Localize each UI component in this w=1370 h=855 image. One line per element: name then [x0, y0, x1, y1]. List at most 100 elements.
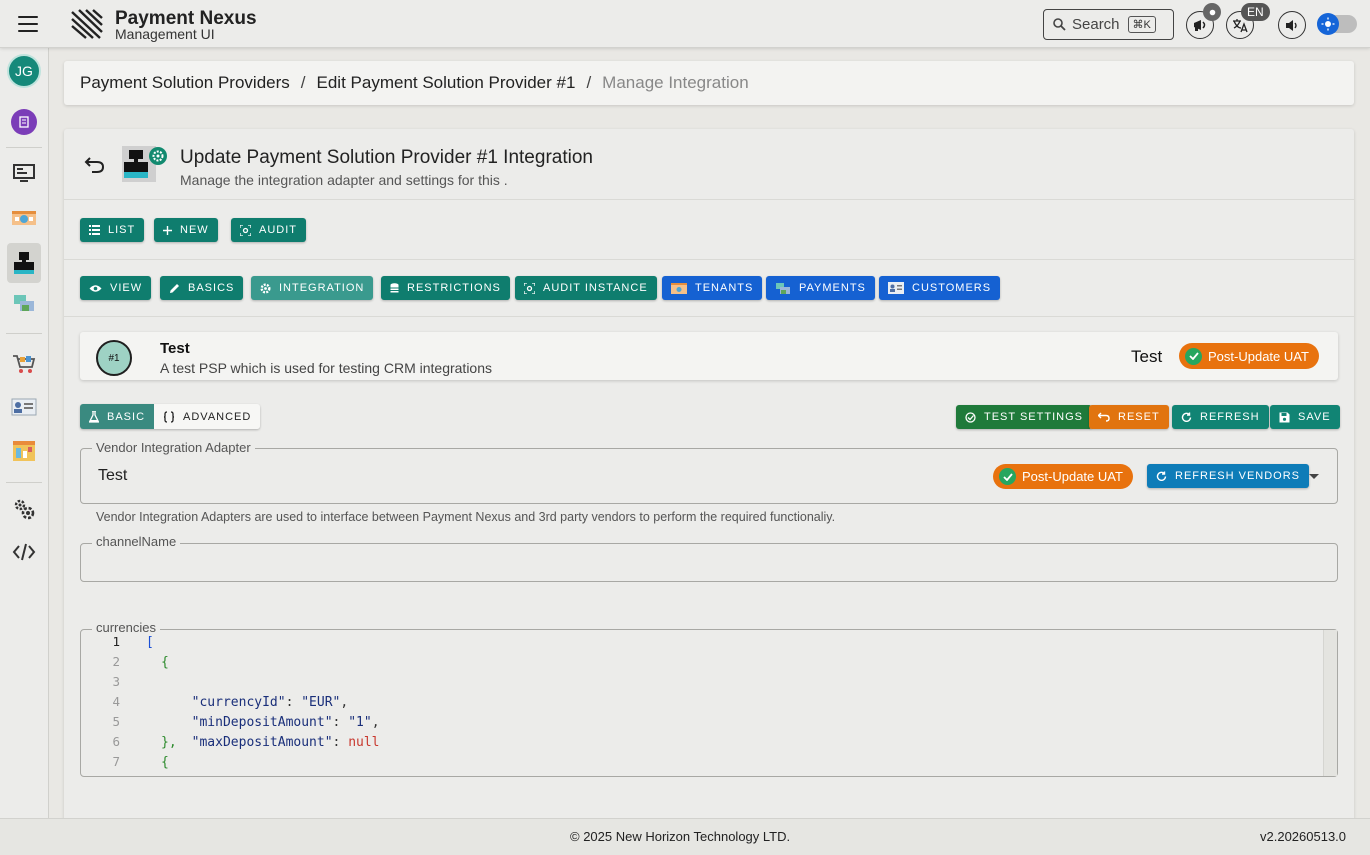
tab-tenants[interactable]: Tenants — [662, 276, 763, 300]
tab-payments[interactable]: Payments — [766, 276, 875, 300]
check-icon — [1185, 347, 1202, 365]
search-shortcut: ⌘K — [1127, 16, 1156, 33]
organization-icon[interactable] — [11, 109, 37, 135]
test-settings-button[interactable]: Test Settings — [956, 405, 1092, 429]
tab-integration-label: Integration — [279, 282, 365, 294]
sidebar-item-orders[interactable] — [7, 345, 41, 381]
psp-description: A test PSP which is used for testing CRM… — [160, 360, 493, 376]
mode-basic-button[interactable]: Basic — [80, 404, 155, 429]
tab-restrictions[interactable]: Restrictions — [381, 276, 510, 300]
vendor-helper-text: Vendor Integration Adapters are used to … — [96, 510, 836, 524]
new-button[interactable]: New — [154, 218, 218, 242]
announcement-badge-icon — [1203, 3, 1221, 21]
sidebar-item-developer[interactable] — [7, 534, 41, 570]
back-icon[interactable] — [84, 153, 106, 175]
tab-integration[interactable]: Integration — [251, 276, 374, 300]
reset-button[interactable]: Reset — [1089, 405, 1169, 429]
refresh-button[interactable]: Refresh — [1172, 405, 1269, 429]
vendor-status-badge: Post-Update UAT — [993, 464, 1133, 489]
tab-view[interactable]: View — [80, 276, 152, 300]
footer-version: v2.20260513.0 — [1260, 829, 1347, 844]
list-icon — [89, 225, 100, 235]
refresh-vendors-label: Refresh Vendors — [1175, 470, 1301, 482]
mode-advanced-button[interactable]: Advanced — [154, 404, 261, 429]
refresh-icon — [1181, 412, 1192, 422]
code-token-key: "currencyId": "EUR", — [191, 695, 349, 710]
line-number: 2 — [112, 654, 120, 669]
top-app-bar: Payment Nexus Management UI Search ⌘K EN — [0, 0, 1370, 48]
gear-icon — [260, 283, 271, 293]
tab-audit-instance[interactable]: Audit Instance — [515, 276, 657, 300]
breadcrumb-item-psp-list[interactable]: Payment Solution Providers — [80, 73, 290, 93]
tenants-icon — [12, 211, 36, 225]
actions-divider — [64, 259, 1354, 260]
braces-icon — [163, 410, 175, 423]
audit-icon — [524, 282, 535, 294]
code-token-bracket: [ — [146, 635, 154, 650]
theme-toggle[interactable] — [1317, 13, 1339, 35]
cart-icon — [13, 355, 36, 373]
tab-basics-label: Basics — [188, 282, 235, 294]
editor-scrollbar[interactable] — [1323, 630, 1337, 776]
settings-icon — [14, 499, 35, 520]
payments-icon — [776, 282, 790, 294]
sidebar-divider — [6, 333, 42, 334]
tab-view-label: View — [110, 282, 143, 294]
pencil-icon — [170, 283, 179, 293]
menu-icon[interactable] — [18, 16, 38, 32]
avatar[interactable]: JG — [7, 54, 41, 88]
line-number: 4 — [112, 694, 120, 709]
check-icon — [999, 468, 1016, 485]
channel-name-label: channelName — [92, 534, 181, 549]
line-number: 5 — [112, 714, 120, 729]
psp-status-label: Post-Update UAT — [1208, 348, 1309, 364]
breadcrumb-item-current: Manage Integration — [602, 73, 749, 92]
breadcrumb-item-edit-psp[interactable]: Edit Payment Solution Provider #1 — [317, 73, 576, 93]
reset-label: Reset — [1118, 411, 1160, 423]
audit-button-label: Audit — [259, 224, 297, 236]
sidebar-item-settings[interactable] — [7, 491, 41, 527]
sidebar-item-dashboard[interactable] — [7, 155, 41, 191]
code-token-brace: { — [161, 655, 169, 670]
mode-advanced-label: Advanced — [183, 410, 252, 423]
test-settings-label: Test Settings — [984, 411, 1083, 423]
footer-copyright: © 2025 New Horizon Technology LTD. — [570, 829, 791, 844]
page-title: Update Payment Solution Provider #1 Inte… — [180, 147, 593, 168]
channel-name-field[interactable] — [80, 543, 1338, 582]
search-button[interactable]: Search ⌘K — [1043, 9, 1174, 40]
audit-button[interactable]: Audit — [231, 218, 306, 242]
volume-icon[interactable] — [1278, 11, 1306, 39]
line-number: 7 — [112, 754, 120, 769]
tab-audit-instance-label: Audit Instance — [543, 282, 648, 294]
vendor-adapter-label: Vendor Integration Adapter — [92, 440, 255, 455]
flask-icon — [89, 410, 99, 423]
sidebar-item-customers[interactable] — [7, 389, 41, 425]
tab-customers[interactable]: Customers — [879, 276, 1001, 300]
code-icon — [12, 543, 36, 561]
list-button[interactable]: List — [80, 218, 145, 242]
plus-icon — [163, 225, 172, 235]
list-button-label: List — [108, 224, 136, 236]
code-token-key: "minDepositAmount": "1", — [191, 715, 380, 730]
search-label: Search — [1072, 16, 1120, 33]
psp-icon — [14, 252, 34, 274]
sidebar-item-reports[interactable] — [7, 433, 41, 469]
reports-icon — [13, 441, 35, 461]
chevron-down-icon[interactable] — [1309, 474, 1319, 479]
psp-status-badge: Post-Update UAT — [1179, 343, 1319, 369]
sidebar-divider — [6, 147, 42, 148]
refresh-vendors-button[interactable]: Refresh Vendors — [1147, 464, 1310, 488]
customers-icon — [888, 282, 904, 294]
tenants-icon — [671, 282, 687, 294]
language-badge[interactable]: EN — [1241, 3, 1270, 21]
psp-integration-icon — [122, 146, 167, 182]
tab-basics[interactable]: Basics — [160, 276, 244, 300]
sidebar-item-payments[interactable] — [7, 286, 41, 322]
app-subtitle: Management UI — [115, 26, 215, 42]
payment-nexus-logo — [71, 9, 103, 39]
vendor-status-label: Post-Update UAT — [1022, 469, 1123, 484]
undo-icon — [1098, 412, 1110, 422]
sidebar-item-tenants[interactable] — [7, 200, 41, 236]
sidebar-item-psp[interactable] — [7, 243, 41, 283]
save-button[interactable]: Save — [1270, 405, 1340, 429]
